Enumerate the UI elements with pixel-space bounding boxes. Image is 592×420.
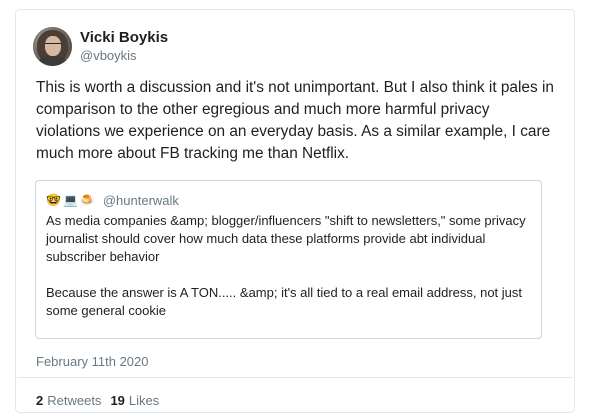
quoted-tweet-header: 🤓 💻 🍮 @hunterwalk bbox=[46, 191, 531, 209]
laptop-icon: 💻 bbox=[62, 193, 78, 207]
retweets-label: Retweets bbox=[47, 393, 102, 408]
pudding-icon: 🍮 bbox=[79, 193, 95, 207]
author-display-name[interactable]: Vicki Boykis bbox=[80, 29, 168, 47]
tweet-header: Vicki Boykis @vboykis bbox=[33, 27, 168, 66]
likes-count: 19 bbox=[110, 393, 125, 408]
retweets-stat[interactable]: 2 Retweets bbox=[36, 393, 101, 408]
likes-label: Likes bbox=[128, 393, 160, 408]
quoted-tweet[interactable]: 🤓 💻 🍮 @hunterwalk As media companies &am… bbox=[35, 180, 542, 339]
tweet-stats: 2 Retweets 19 Likes bbox=[36, 393, 168, 408]
avatar[interactable] bbox=[33, 27, 72, 66]
tweet-timestamp[interactable]: February 11th 2020 bbox=[36, 354, 149, 369]
quoted-tweet-handle[interactable]: @hunterwalk bbox=[103, 193, 179, 208]
divider bbox=[17, 377, 573, 378]
nerd-face-icon: 🤓 bbox=[46, 193, 61, 207]
tweet-text: This is worth a discussion and it's not … bbox=[36, 79, 554, 162]
quoted-tweet-text: As media companies &amp; blogger/influen… bbox=[46, 213, 526, 318]
retweets-count: 2 bbox=[36, 393, 44, 408]
likes-stat[interactable]: 19 Likes bbox=[110, 393, 159, 408]
author-info: Vicki Boykis @vboykis bbox=[80, 29, 168, 64]
author-handle[interactable]: @vboykis bbox=[80, 47, 168, 64]
tweet-card: Vicki Boykis @vboykis This is worth a di… bbox=[15, 9, 575, 413]
